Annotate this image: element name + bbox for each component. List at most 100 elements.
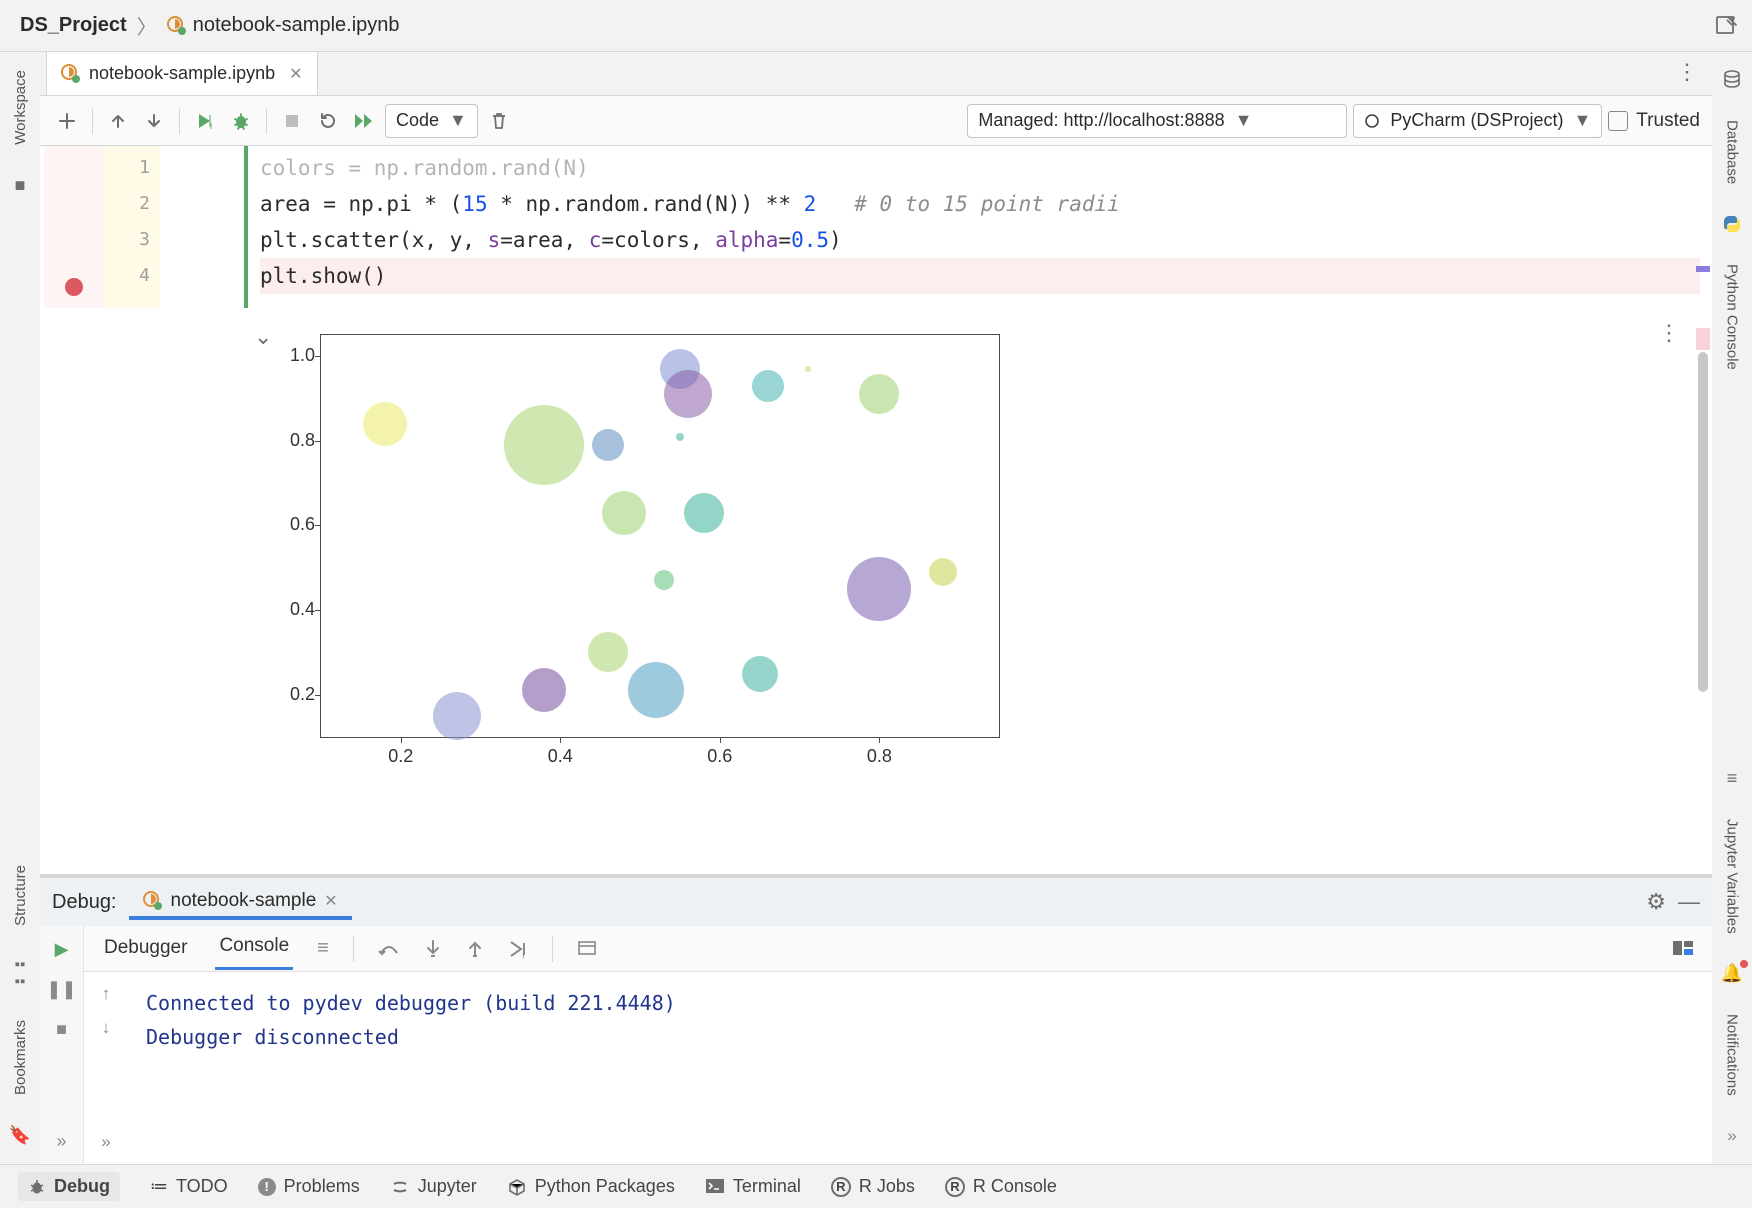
bug-icon [28,1178,46,1196]
close-debug-tab-icon[interactable]: ✕ [324,891,337,911]
debug-run-tab[interactable]: notebook-sample ✕ [129,884,352,920]
interpreter-dropdown[interactable]: PyCharm (DSProject) ▼ [1353,104,1602,138]
rail-notifications-label: Notifications [1724,1014,1741,1096]
status-packages-label: Python Packages [535,1176,675,1197]
bookmark-icon[interactable]: 🔖 [9,1125,31,1146]
list-icon[interactable]: ≡ [1727,768,1738,789]
debug-cell-button[interactable] [226,106,256,136]
rail-jupyter-vars[interactable]: Jupyter Variables [1724,819,1741,934]
step-over-icon[interactable] [378,939,400,959]
rail-notifications[interactable]: Notifications [1724,1014,1741,1096]
output-more-icon[interactable]: ⋮ [1658,320,1682,346]
circle-icon [1364,113,1380,129]
breadcrumb-project[interactable]: DS_Project [20,14,127,37]
subtab-console[interactable]: Console [215,927,293,970]
scroll-up-icon[interactable]: ↑ [102,984,111,1004]
move-up-button[interactable] [103,106,133,136]
status-todo-label: TODO [176,1176,228,1197]
r-icon: R [945,1177,965,1197]
rail-bookmarks-label: Bookmarks [12,1020,29,1095]
file-tab-notebook[interactable]: notebook-sample.ipynb ✕ [46,51,318,95]
thread-view-icon[interactable]: ≡ [317,937,329,960]
line-number-gutter: 1 2 3 4 [104,146,160,308]
debug-console-output[interactable]: Connected to pydev debugger (build 221.4… [128,972,1712,1164]
code-editor[interactable]: colors = np.random.rand(N) area = np.pi … [244,146,1712,308]
status-jupyter[interactable]: Jupyter [390,1176,477,1197]
step-out-icon[interactable] [466,939,484,959]
status-rconsole-label: R Console [973,1176,1057,1197]
rail-workspace[interactable]: Workspace [12,70,29,145]
status-problems[interactable]: ! Problems [258,1176,360,1197]
tabs-more-icon[interactable]: ⋮ [1676,59,1712,95]
project-folder-icon[interactable]: ■ [15,175,26,196]
run-to-cursor-icon[interactable]: I [508,939,528,959]
stop-button[interactable]: ■ [49,1016,75,1042]
python-icon[interactable] [1722,214,1742,234]
status-jupyter-label: Jupyter [418,1176,477,1197]
scroll-down-icon[interactable]: ↓ [102,1018,111,1038]
chevron-down-icon: ▼ [449,110,467,131]
database-icon[interactable] [1722,70,1742,90]
evaluate-icon[interactable] [577,940,597,958]
status-debug[interactable]: Debug [18,1172,120,1201]
rail-chevron-icon[interactable]: » [1727,1126,1736,1146]
notebook-file-icon [61,64,81,84]
cell-output: ⌄ ⋮ 0.20.40.60.81.00.20.40.60.8 [40,308,1712,764]
scratch-icon[interactable] [1714,14,1738,38]
status-rconsole[interactable]: R R Console [945,1176,1057,1197]
rail-database[interactable]: Database [1724,120,1741,184]
restart-button[interactable] [313,106,343,136]
interpreter-label: PyCharm (DSProject) [1390,110,1563,131]
rail-workspace-label: Workspace [12,70,29,145]
breadcrumb-sep-icon: 〉 [137,11,157,40]
checkbox-icon [1608,111,1628,131]
layout-icon[interactable] [1672,939,1696,959]
status-terminal[interactable]: Terminal [705,1176,801,1197]
jupyter-server-dropdown[interactable]: Managed: http://localhost:8888 ▼ [967,104,1347,138]
run-cell-button[interactable]: I [190,106,220,136]
more-debug-icon[interactable]: » [49,1128,75,1154]
step-into-icon[interactable] [424,939,442,959]
pause-button[interactable]: ❚❚ [49,976,75,1002]
debug-title: Debug: [52,891,117,914]
warning-icon: ! [258,1178,276,1196]
breadcrumb-file-label: notebook-sample.ipynb [193,14,400,37]
run-all-button[interactable] [349,106,379,136]
notebook-file-icon [167,16,187,36]
status-rjobs[interactable]: R R Jobs [831,1176,915,1197]
close-tab-icon[interactable]: ✕ [289,64,302,84]
editor-scrollbar[interactable] [1696,192,1710,858]
hide-debug-icon[interactable]: — [1678,889,1700,915]
structure-icon[interactable]: ▪▪▪▪ [15,956,26,990]
rail-structure[interactable]: Structure [12,865,29,926]
trusted-label: Trusted [1636,110,1700,132]
resume-button[interactable]: ▶ [49,936,75,962]
packages-icon [507,1177,527,1197]
breakpoint-icon[interactable] [65,278,83,296]
status-todo[interactable]: ≔ TODO [150,1176,228,1197]
trusted-checkbox[interactable]: Trusted [1608,110,1700,132]
add-cell-button[interactable] [52,106,82,136]
delete-cell-button[interactable] [484,106,514,136]
rail-jupyter-vars-label: Jupyter Variables [1724,819,1741,934]
svg-text:I: I [522,950,525,959]
file-tab-label: notebook-sample.ipynb [89,63,275,84]
cell-type-dropdown[interactable]: Code ▼ [385,104,478,138]
rail-bookmarks[interactable]: Bookmarks [12,1020,29,1095]
subtab-debugger[interactable]: Debugger [100,929,191,969]
jupyter-server-label: Managed: http://localhost:8888 [978,110,1224,131]
move-down-button[interactable] [139,106,169,136]
stop-button[interactable] [277,106,307,136]
more-console-icon[interactable]: » [101,1132,110,1152]
debug-settings-icon[interactable]: ⚙ [1646,889,1666,915]
r-icon: R [831,1177,851,1197]
bell-icon[interactable]: 🔔 [1721,963,1743,984]
debug-run-label: notebook-sample [171,890,317,912]
code-cell[interactable]: 1 2 3 4 colors = np.random.rand(N) area … [40,146,1712,308]
rail-python-console[interactable]: Python Console [1724,264,1741,370]
status-packages[interactable]: Python Packages [507,1176,675,1197]
list-icon: ≔ [150,1176,168,1197]
breadcrumb-file[interactable]: notebook-sample.ipynb [167,14,400,37]
terminal-icon [705,1178,725,1196]
status-terminal-label: Terminal [733,1176,801,1197]
